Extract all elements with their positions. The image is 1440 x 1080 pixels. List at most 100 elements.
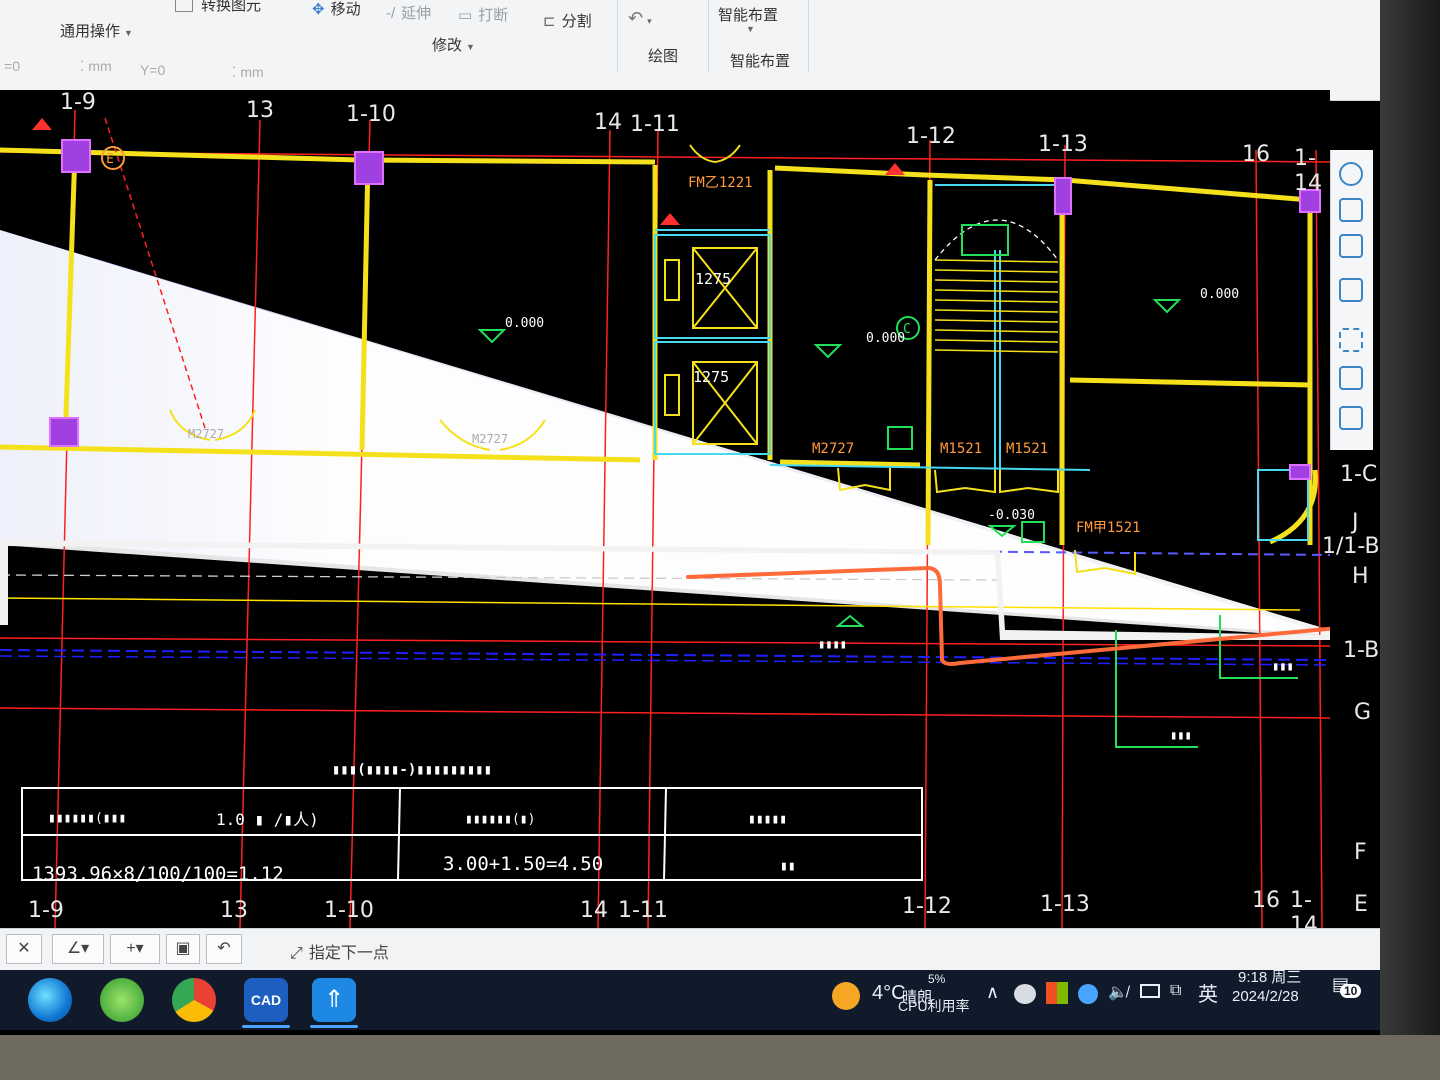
table-header-3: ▮▮▮▮▮ — [748, 812, 787, 827]
entry-label: ▮▮▮▮ — [818, 637, 847, 651]
move-button[interactable]: ✥ 移动 — [312, 0, 361, 19]
cpu-label: CPU利用率 — [898, 998, 970, 1014]
axis-label-bottom: 14 — [580, 898, 608, 923]
door-label-m2727: M2727 — [812, 441, 854, 457]
axis-label-top: 13 — [246, 98, 274, 123]
feishu-app-icon[interactable]: ⇑ — [310, 978, 358, 1028]
app-tray-icon[interactable] — [1014, 984, 1036, 1004]
add-segment-button[interactable]: +▾ — [110, 934, 160, 964]
modify-menu[interactable]: 修改 ▼ — [432, 34, 475, 55]
snap-button[interactable]: ▣ — [166, 934, 200, 964]
stairs — [934, 259, 1059, 353]
x-unit: ⁚ mm — [80, 58, 112, 74]
door-label-m2727: M2727 — [472, 432, 508, 446]
general-ops-menu[interactable]: 通用操作 ▼ — [60, 20, 133, 41]
cad-app-icon[interactable]: CAD — [242, 978, 290, 1028]
ribbon-toolbar: 转换图元 ✥ 移动 -/延伸 ▭ 打断 ⊏ 分割 通用操作 ▼ 修改 ▼ ↶ ▾ 绘图 智能… — [0, 0, 1380, 101]
cad-drawing-canvas[interactable]: FM乙1221 M2727 M1521 M1521 FM甲1521 M2727 … — [0, 90, 1330, 928]
volume-muted-icon[interactable]: 🔈̸ — [1108, 982, 1128, 1002]
windows-tray-icon[interactable] — [1046, 982, 1068, 1004]
door-label-fm1221: FM乙1221 — [688, 175, 753, 191]
chevron-down-icon: ▼ — [466, 42, 475, 52]
angle-icon: ∠▾ — [66, 940, 90, 957]
cpu-percent: 5% — [928, 972, 946, 986]
cube-icon[interactable] — [1339, 234, 1363, 258]
table-title: ▮▮▮(▮▮▮▮-)▮▮▮▮▮▮▮▮▮ — [332, 762, 492, 778]
convert-button[interactable]: 转换图元 — [175, 0, 261, 15]
elevation-text: 0.000 — [866, 331, 905, 346]
arc-icon: ↶ — [628, 8, 644, 28]
floor-plan-drawing: FM乙1221 M2727 M1521 M1521 FM甲1521 M2727 … — [0, 109, 1330, 928]
elevation-text: 0.000 — [1200, 287, 1239, 302]
orbit-icon[interactable] — [1339, 162, 1363, 186]
edge-browser-icon[interactable] — [28, 978, 72, 1022]
red-line-label: ▮▮▮ — [1272, 659, 1294, 673]
draw-group-label: 绘图 — [648, 48, 679, 65]
elevation-text: -0.030 — [988, 508, 1035, 523]
axis-label-right: H — [1352, 564, 1369, 589]
arc-tool-button[interactable]: ↶ ▾ — [628, 8, 652, 29]
ie-browser-icon[interactable] — [100, 978, 144, 1022]
command-prompt: ⤢ 指定下一点 — [290, 945, 389, 962]
table-value-3: ▮▮ — [780, 859, 796, 874]
split-button[interactable]: ⊏ 分割 — [543, 10, 592, 31]
smart-layout-button[interactable]: 智能布置 — [718, 4, 778, 25]
break-button[interactable]: ▭ 打断 — [458, 4, 508, 25]
elevation-text: 0.000 — [505, 316, 544, 331]
clock-date[interactable]: 2024/2/28 — [1232, 988, 1299, 1005]
exit-sign-icon — [887, 426, 913, 450]
elevator-label: 1275 — [693, 368, 729, 386]
table-header-1-value: 1.0 ▮ /▮人) — [216, 810, 319, 829]
layer-cube-icon[interactable] — [1339, 366, 1363, 390]
network-icon[interactable] — [1078, 984, 1098, 1004]
axis-label-bottom: 1-9 — [28, 898, 64, 923]
windows-taskbar: CAD ⇑ 4°C 晴朗 5% CPU利用率 ∧ 🔈̸ ⧉ 英 9:18 周三 … — [0, 969, 1380, 1030]
ribbon-divider — [708, 0, 709, 72]
smart-layout-group-label: 智能布置 — [730, 53, 791, 70]
ime-language[interactable]: 英 — [1198, 978, 1218, 1007]
resize-arrow-icon: ⤢ — [290, 945, 303, 962]
chrome-browser-icon[interactable] — [172, 978, 216, 1022]
arc-mode-button[interactable]: ↶ — [206, 934, 242, 964]
axis-label-top: 1-9 — [60, 90, 96, 115]
add-icon: +▾ — [126, 940, 144, 957]
weather-sun-icon[interactable] — [832, 982, 860, 1010]
clock-time[interactable]: 9:18 周三 — [1238, 966, 1301, 987]
monitor-screen: 转换图元 ✥ 移动 -/延伸 ▭ 打断 ⊏ 分割 通用操作 ▼ 修改 ▼ ↶ ▾ 绘图 智能… — [0, 0, 1380, 1035]
elevator-label: 1275 — [695, 270, 731, 288]
convert-label: 转换图元 — [201, 0, 262, 14]
door-label-fm1521: FM甲1521 — [1076, 520, 1141, 536]
cancel-command-button[interactable]: ✕ — [6, 934, 42, 964]
y-coordinate-field[interactable]: Y=0 — [140, 62, 165, 78]
box-view-icon[interactable] — [1339, 278, 1363, 302]
ribbon-divider — [617, 0, 618, 72]
table-value-1: 1393.96×8/100/100=1.12 — [32, 863, 284, 885]
input-method-icon[interactable]: ⧉ — [1170, 982, 1181, 1000]
notification-count: 10 — [1340, 984, 1362, 998]
axis-label-right: 1-C — [1340, 462, 1378, 487]
extend-button[interactable]: -/延伸 — [386, 2, 431, 23]
axis-label-top: 1-13 — [1038, 132, 1088, 157]
command-bar: ✕ ∠▾ +▾ ▣ ↶ ⤢ 指定下一点 — [0, 928, 1380, 971]
door-label-m1521: M1521 — [940, 441, 982, 457]
arc-icon: ↶ — [217, 940, 231, 957]
axis-label-right: J — [1352, 510, 1359, 535]
grid-circle-text: C — [903, 322, 911, 337]
fullscreen-icon[interactable] — [1339, 328, 1363, 352]
convert-icon — [175, 0, 193, 12]
axis-label-top: 14 — [594, 110, 622, 135]
desk-surface — [0, 1035, 1440, 1080]
drain-label: ▮▮▮ — [1170, 728, 1192, 742]
properties-icon[interactable] — [1339, 406, 1363, 430]
3d-view-icon[interactable] — [1339, 198, 1363, 222]
table-header-1: ▮▮▮▮▮▮(▮▮▮ — [48, 811, 126, 826]
angle-tool-button[interactable]: ∠▾ — [52, 934, 104, 964]
axis-label-right: 1/1-B — [1322, 534, 1380, 559]
x-coordinate-value[interactable]: =0 — [4, 58, 20, 74]
axis-label-top: 1-10 — [346, 102, 396, 127]
axis-label-right: 1-B — [1343, 638, 1380, 663]
battery-icon[interactable] — [1140, 984, 1160, 998]
axis-label-bottom: 1-12 — [902, 894, 952, 919]
table-value-2: 3.00+1.50=4.50 — [443, 853, 603, 875]
chevron-up-icon[interactable]: ∧ — [986, 982, 999, 1003]
